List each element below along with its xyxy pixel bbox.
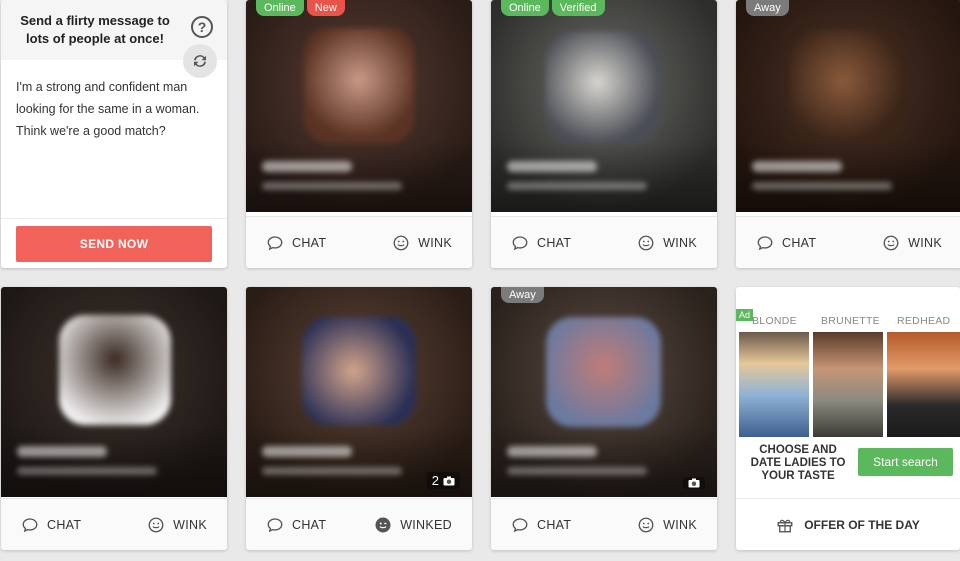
verified-badge: Verified xyxy=(551,0,605,16)
ad-label-brunette[interactable]: BRUNETTE xyxy=(821,315,880,327)
profile-grid: Send a flirty message to lots of people … xyxy=(0,0,960,561)
ad-card[interactable]: Ad BLONDE BRUNETTE REDHEAD CHOOSE AND DA… xyxy=(736,287,960,550)
wink-label: WINK xyxy=(173,517,207,532)
gift-icon xyxy=(777,519,793,532)
profile-actions: CHAT WINK xyxy=(246,216,472,268)
profile-card[interactable]: 2 CHAT WINKED xyxy=(246,287,472,550)
photo-count-value: 2 xyxy=(431,473,439,488)
flirty-message-card: Send a flirty message to lots of people … xyxy=(1,0,227,268)
offer-of-the-day[interactable]: OFFER OF THE DAY xyxy=(736,498,960,550)
wink-label: WINK xyxy=(663,517,697,532)
status-badges: Away xyxy=(746,0,789,16)
photo-count: 2 xyxy=(426,472,460,489)
ad-tag: Ad xyxy=(736,309,754,321)
ad-image-redhead[interactable] xyxy=(887,332,960,437)
profile-card[interactable]: CHAT WINK xyxy=(1,287,227,550)
smiley-icon xyxy=(148,517,164,532)
away-badge: Away xyxy=(501,287,544,303)
wink-button[interactable]: WINK xyxy=(147,516,207,534)
smiley-icon xyxy=(638,517,654,532)
chat-button[interactable]: CHAT xyxy=(266,234,326,252)
chat-label: CHAT xyxy=(47,517,82,532)
profile-photo[interactable]: Away xyxy=(491,287,717,497)
start-search-button[interactable]: Start search xyxy=(858,448,953,476)
wink-label: WINK xyxy=(418,235,452,250)
chat-button[interactable]: CHAT xyxy=(266,516,326,534)
profile-photo[interactable] xyxy=(1,287,227,497)
photo-count xyxy=(683,477,705,489)
wink-button[interactable]: WINK xyxy=(637,516,697,534)
profile-actions: CHAT WINK xyxy=(1,498,227,550)
message-text[interactable]: I'm a strong and confident man looking f… xyxy=(16,76,216,142)
winked-button[interactable]: WINKED xyxy=(374,516,452,534)
camera-icon xyxy=(688,478,700,488)
online-badge: Online xyxy=(256,0,304,16)
wink-label: WINK xyxy=(908,235,942,250)
chat-bubble-icon xyxy=(512,517,528,532)
chat-label: CHAT xyxy=(292,517,327,532)
smiley-icon xyxy=(883,235,899,250)
profile-actions: CHAT WINK xyxy=(491,498,717,550)
profile-actions: CHAT WINK xyxy=(736,216,960,268)
chat-label: CHAT xyxy=(537,517,572,532)
ad-label-blonde[interactable]: BLONDE xyxy=(752,315,797,327)
winked-label: WINKED xyxy=(400,517,452,532)
profile-photo[interactable]: Online Verified xyxy=(491,0,717,212)
status-badges: Online New xyxy=(256,0,345,16)
chat-button[interactable]: CHAT xyxy=(511,234,571,252)
ad-image-brunette[interactable] xyxy=(813,332,883,437)
offer-label: OFFER OF THE DAY xyxy=(804,517,920,532)
wink-button[interactable]: WINK xyxy=(637,234,697,252)
new-badge: New xyxy=(306,0,345,16)
profile-card[interactable]: Away CHAT WINK xyxy=(491,287,717,550)
profile-photo[interactable]: Online New xyxy=(246,0,472,212)
wink-button[interactable]: WINK xyxy=(392,234,452,252)
away-badge: Away xyxy=(746,0,789,16)
chat-bubble-icon xyxy=(512,235,528,250)
profile-card[interactable]: Online New CHAT WINK xyxy=(246,0,472,268)
smiley-icon xyxy=(393,235,409,250)
status-badges: Online Verified xyxy=(501,0,605,16)
winked-smiley-icon xyxy=(375,517,391,532)
message-card-title: Send a flirty message to lots of people … xyxy=(20,13,170,46)
chat-button[interactable]: CHAT xyxy=(21,516,81,534)
ad-caption: CHOOSE AND DATE LADIES TO YOUR TASTE xyxy=(750,444,846,482)
profile-photo[interactable]: Away xyxy=(736,0,960,212)
profile-actions: CHAT WINKED xyxy=(246,498,472,550)
smiley-icon xyxy=(638,235,654,250)
chat-bubble-icon xyxy=(757,235,773,250)
profile-photo[interactable]: 2 xyxy=(246,287,472,497)
wink-button[interactable]: WINK xyxy=(882,234,942,252)
chat-button[interactable]: CHAT xyxy=(511,516,571,534)
send-area: SEND NOW xyxy=(1,218,227,268)
camera-icon xyxy=(443,476,455,485)
chat-bubble-icon xyxy=(22,517,38,532)
wink-label: WINK xyxy=(663,235,697,250)
ad-label-redhead[interactable]: REDHEAD xyxy=(897,315,950,327)
chat-button[interactable]: CHAT xyxy=(756,234,816,252)
chat-bubble-icon xyxy=(267,235,283,250)
chat-label: CHAT xyxy=(782,235,817,250)
status-badges: Away xyxy=(501,287,544,303)
profile-card[interactable]: Online Verified CHAT WINK xyxy=(491,0,717,268)
help-icon[interactable]: ? xyxy=(191,16,213,38)
ad-image-blonde[interactable] xyxy=(739,332,809,437)
chat-label: CHAT xyxy=(292,235,327,250)
profile-actions: CHAT WINK xyxy=(491,216,717,268)
refresh-icon[interactable] xyxy=(183,44,217,78)
chat-label: CHAT xyxy=(537,235,572,250)
online-badge: Online xyxy=(501,0,549,16)
chat-bubble-icon xyxy=(267,517,283,532)
send-now-button[interactable]: SEND NOW xyxy=(16,226,212,262)
profile-card[interactable]: Away CHAT WINK xyxy=(736,0,960,268)
